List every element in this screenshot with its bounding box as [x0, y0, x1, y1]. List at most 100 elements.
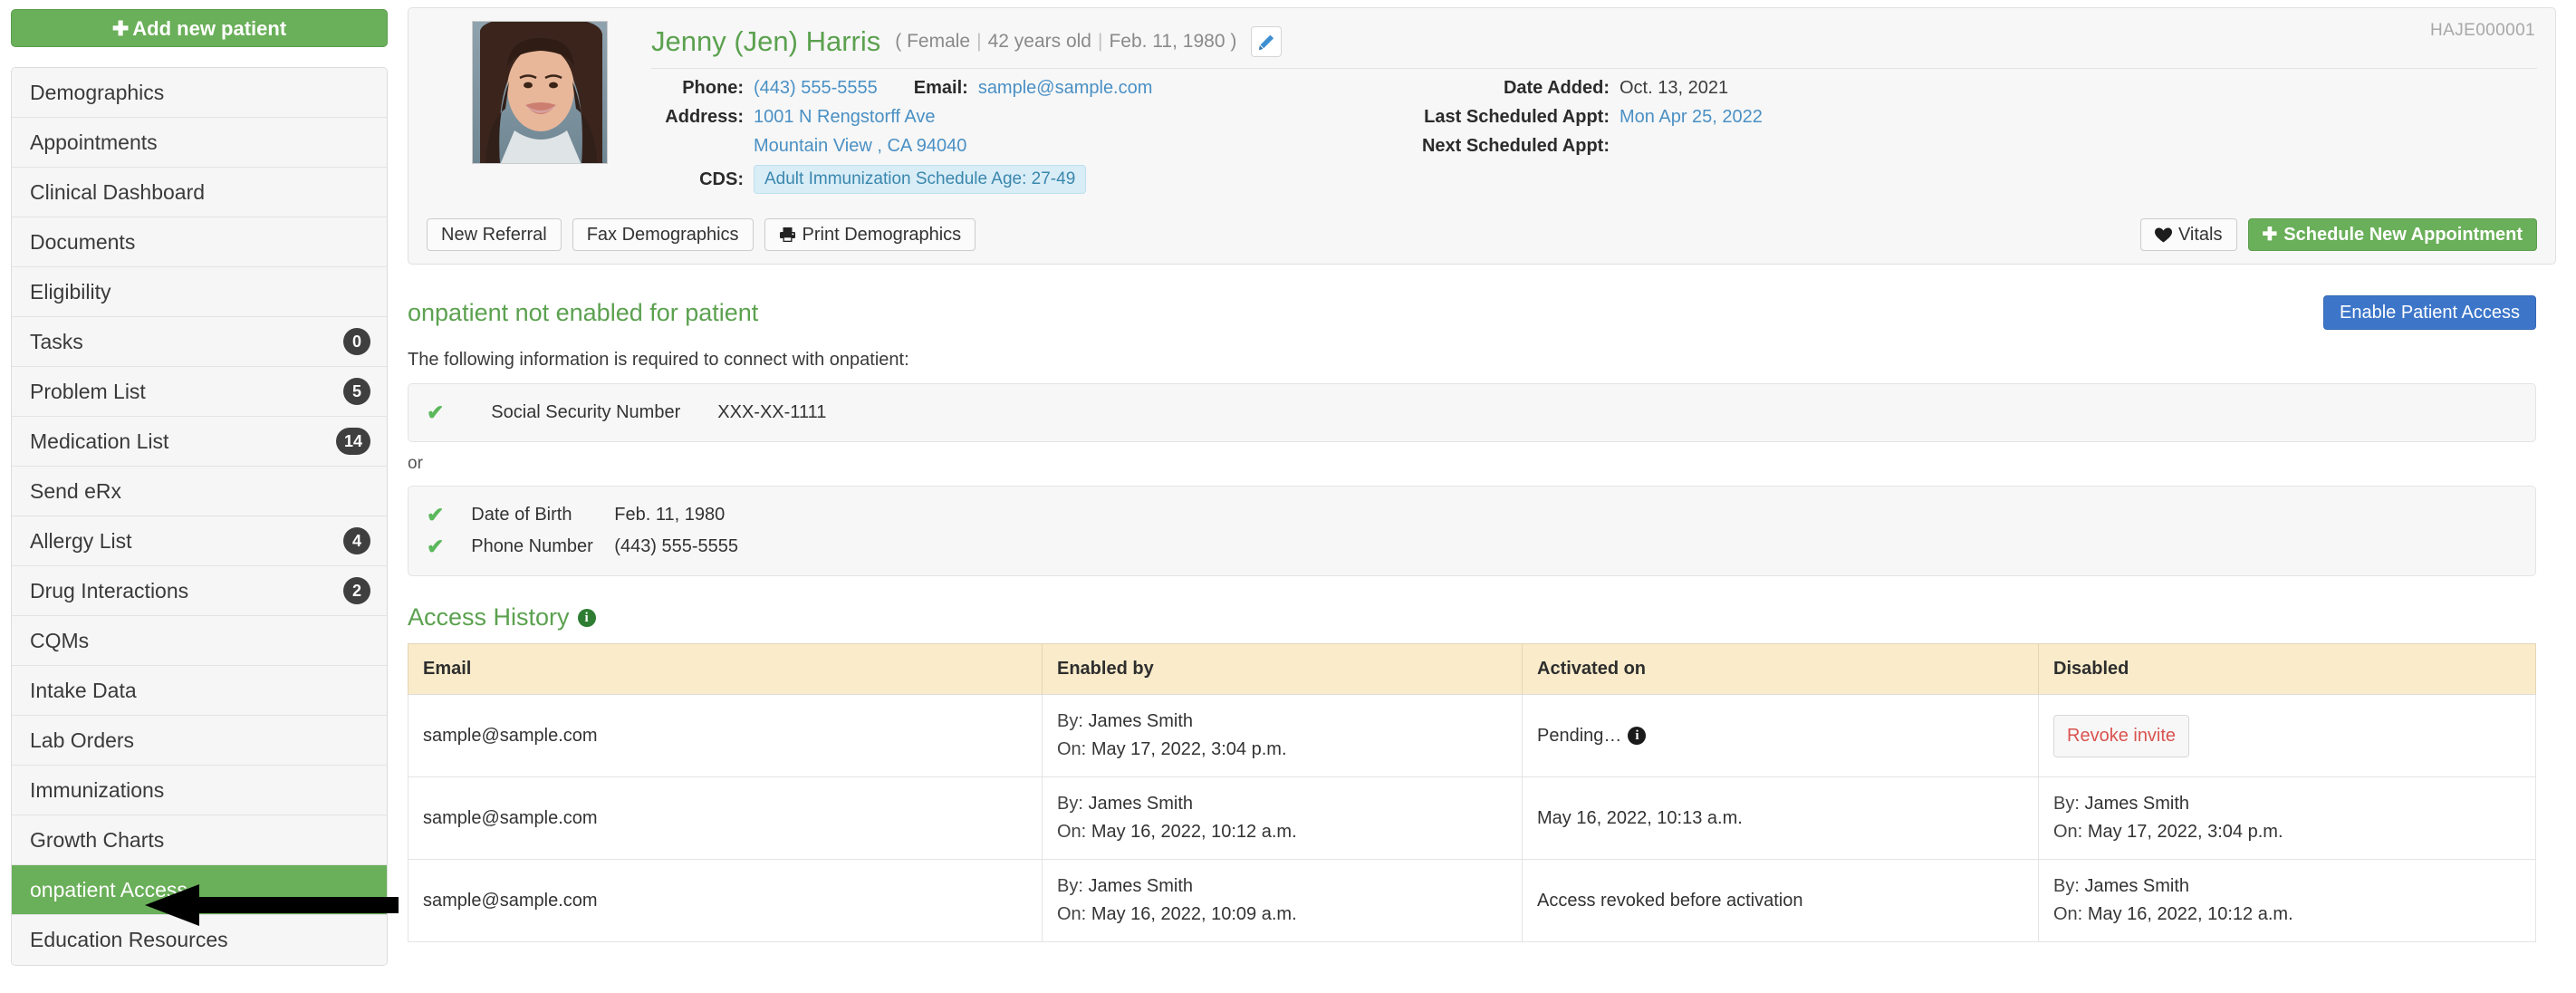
patient-header-card: HAJE000001 Jenny (Jen) Harris (Female |… — [408, 7, 2556, 265]
patient-record-id: HAJE000001 — [2430, 21, 2535, 40]
sidebar: ✚ Add new patient Demographics Appointment… — [0, 0, 399, 993]
sidebar-item-immunizations[interactable]: Immunizations — [12, 766, 387, 815]
enabled-on-value: May 16, 2022, 10:09 a.m. — [1091, 904, 1297, 924]
info-icon[interactable]: i — [1628, 727, 1647, 745]
cell-disabled: Revoke invite — [2038, 694, 2536, 777]
patient-gender: Female — [907, 31, 971, 52]
sidebar-item-label: Clinical Dashboard — [30, 180, 206, 204]
sidebar-item-badge: 4 — [343, 527, 370, 554]
disabled-on-value: May 17, 2022, 3:04 p.m. — [2087, 822, 2283, 842]
sidebar-item-tasks[interactable]: Tasks 0 — [12, 317, 387, 367]
printer-icon — [779, 227, 796, 243]
plus-icon: ✚ — [2262, 225, 2278, 245]
column-header-activated-on[interactable]: Activated on — [1522, 643, 2039, 695]
disabled-by-value: James Smith — [2084, 876, 2190, 896]
cds-chip[interactable]: Adult Immunization Schedule Age: 27-49 — [754, 165, 1087, 194]
last-scheduled-appt-value[interactable]: Mon Apr 25, 2022 — [1620, 107, 1763, 128]
sidebar-item-drug-interactions[interactable]: Drug Interactions 2 — [12, 566, 387, 616]
check-icon: ✔ — [427, 400, 445, 424]
enable-patient-access-button[interactable]: Enable Patient Access — [2322, 295, 2536, 330]
sidebar-item-label: Demographics — [30, 81, 165, 104]
table-row: sample@sample.com By: James Smith On: May … — [408, 776, 2536, 860]
cell-enabled-by: By: James Smith On: May 16, 2022, 10:12 a… — [1042, 776, 1523, 860]
patient-age: 42 years old — [987, 31, 1091, 52]
sidebar-item-label: Allergy List — [30, 529, 132, 553]
sidebar-item-appointments[interactable]: Appointments — [12, 118, 387, 168]
schedule-new-appointment-button[interactable]: ✚ Schedule New Appointment — [2247, 218, 2537, 251]
email-value[interactable]: sample@sample.com — [978, 78, 1153, 99]
sidebar-item-clinical-dashboard[interactable]: Clinical Dashboard — [12, 168, 387, 217]
sidebar-item-label: Eligibility — [30, 280, 111, 304]
sidebar-item-growth-charts[interactable]: Growth Charts — [12, 815, 387, 865]
onpatient-title: onpatient not enabled for patient — [408, 298, 759, 326]
heart-icon — [2154, 227, 2172, 243]
revoke-invite-button[interactable]: Revoke invite — [2053, 714, 2190, 757]
sidebar-item-label: Appointments — [30, 130, 158, 154]
activated-on-value: Pending… — [1537, 725, 1622, 746]
plus-icon: ✚ — [111, 17, 130, 40]
enabled-on-value: May 17, 2022, 3:04 p.m. — [1091, 739, 1287, 759]
sidebar-item-label: CQMs — [30, 629, 90, 652]
patient-meta: ( Female | 42 years old | Feb. 11, 1980 ) — [895, 31, 1237, 52]
cell-email: sample@sample.com — [408, 694, 1043, 777]
requirement-row: ✔ Date of Birth Feb. 11, 1980 — [427, 499, 2517, 531]
sidebar-item-label: Problem List — [30, 380, 146, 403]
requirement-group-dob-phone: ✔ Date of Birth Feb. 11, 1980 ✔ Phone Nu… — [408, 486, 2536, 576]
disabled-on-label: On: — [2053, 822, 2083, 842]
sidebar-item-medication-list[interactable]: Medication List 14 — [12, 417, 387, 467]
sidebar-item-demographics[interactable]: Demographics — [12, 68, 387, 118]
edit-patient-button[interactable] — [1251, 26, 1283, 57]
table-row: sample@sample.com By: James Smith On: May … — [408, 694, 2536, 777]
sidebar-item-send-erx[interactable]: Send eRx — [12, 467, 387, 516]
sidebar-item-onpatient-access[interactable]: onpatient Access — [12, 865, 387, 915]
enabled-by-label: By: — [1057, 711, 1083, 731]
sidebar-item-lab-orders[interactable]: Lab Orders — [12, 716, 387, 766]
sidebar-item-label: onpatient Access — [30, 878, 187, 901]
address-line-2[interactable]: Mountain View , CA 94040 — [754, 136, 966, 157]
enabled-on-label: On: — [1057, 739, 1087, 759]
sidebar-item-badge: 2 — [343, 577, 370, 604]
phone-value[interactable]: (443) 555-5555 — [754, 78, 878, 99]
cell-email: sample@sample.com — [408, 776, 1043, 860]
table-header-row: Email Enabled by Activated on Disabled — [408, 643, 2536, 695]
enabled-on-label: On: — [1057, 904, 1087, 924]
sidebar-item-documents[interactable]: Documents — [12, 217, 387, 267]
sidebar-item-eligibility[interactable]: Eligibility — [12, 267, 387, 317]
requirement-label: Social Security Number — [491, 402, 681, 422]
print-demographics-button[interactable]: Print Demographics — [764, 218, 976, 251]
fax-demographics-button[interactable]: Fax Demographics — [572, 218, 754, 251]
column-header-enabled-by[interactable]: Enabled by — [1042, 643, 1523, 695]
column-header-disabled[interactable]: Disabled — [2038, 643, 2536, 695]
app-root: ✚ Add new patient Demographics Appointment… — [0, 0, 2576, 993]
sidebar-item-intake-data[interactable]: Intake Data — [12, 666, 387, 716]
new-referral-button[interactable]: New Referral — [427, 218, 562, 251]
sidebar-item-cqms[interactable]: CQMs — [12, 616, 387, 666]
patient-name[interactable]: Jenny (Jen) Harris — [651, 25, 880, 58]
table-row: sample@sample.com By: James Smith On: May … — [408, 859, 2536, 942]
activated-on-value: Access revoked before activation — [1537, 890, 1803, 911]
sidebar-item-allergy-list[interactable]: Allergy List 4 — [12, 516, 387, 566]
patient-dob: Feb. 11, 1980 — [1109, 31, 1226, 52]
or-separator: or — [408, 454, 423, 473]
pencil-icon — [1258, 34, 1274, 50]
address-line-1[interactable]: 1001 N Rengstorff Ave — [754, 107, 936, 128]
column-header-email[interactable]: Email — [408, 643, 1043, 695]
vitals-button[interactable]: Vitals — [2139, 218, 2237, 251]
requirement-row: ✔ Social Security Number XXX-XX-1111 — [427, 397, 2517, 429]
fax-demographics-label: Fax Demographics — [586, 225, 739, 245]
access-history-table: Email Enabled by Activated on Disabled s… — [408, 643, 2536, 942]
sidebar-item-education-resources[interactable]: Education Resources — [12, 915, 387, 965]
address-label: Address: — [665, 107, 744, 127]
sidebar-item-label: Immunizations — [30, 778, 165, 802]
sidebar-item-label: Lab Orders — [30, 728, 135, 752]
info-icon[interactable]: i — [577, 608, 596, 627]
requirement-label: Date of Birth — [471, 505, 572, 525]
phone-label: Phone: — [682, 78, 744, 98]
cds-label: CDS: — [699, 169, 744, 189]
sidebar-item-problem-list[interactable]: Problem List 5 — [12, 367, 387, 417]
sidebar-item-label: Tasks — [30, 330, 83, 353]
cell-email: sample@sample.com — [408, 859, 1043, 942]
add-new-patient-button[interactable]: ✚ Add new patient — [11, 9, 388, 47]
enabled-on-value: May 16, 2022, 10:12 a.m. — [1091, 822, 1297, 842]
avatar-photo — [473, 22, 607, 163]
